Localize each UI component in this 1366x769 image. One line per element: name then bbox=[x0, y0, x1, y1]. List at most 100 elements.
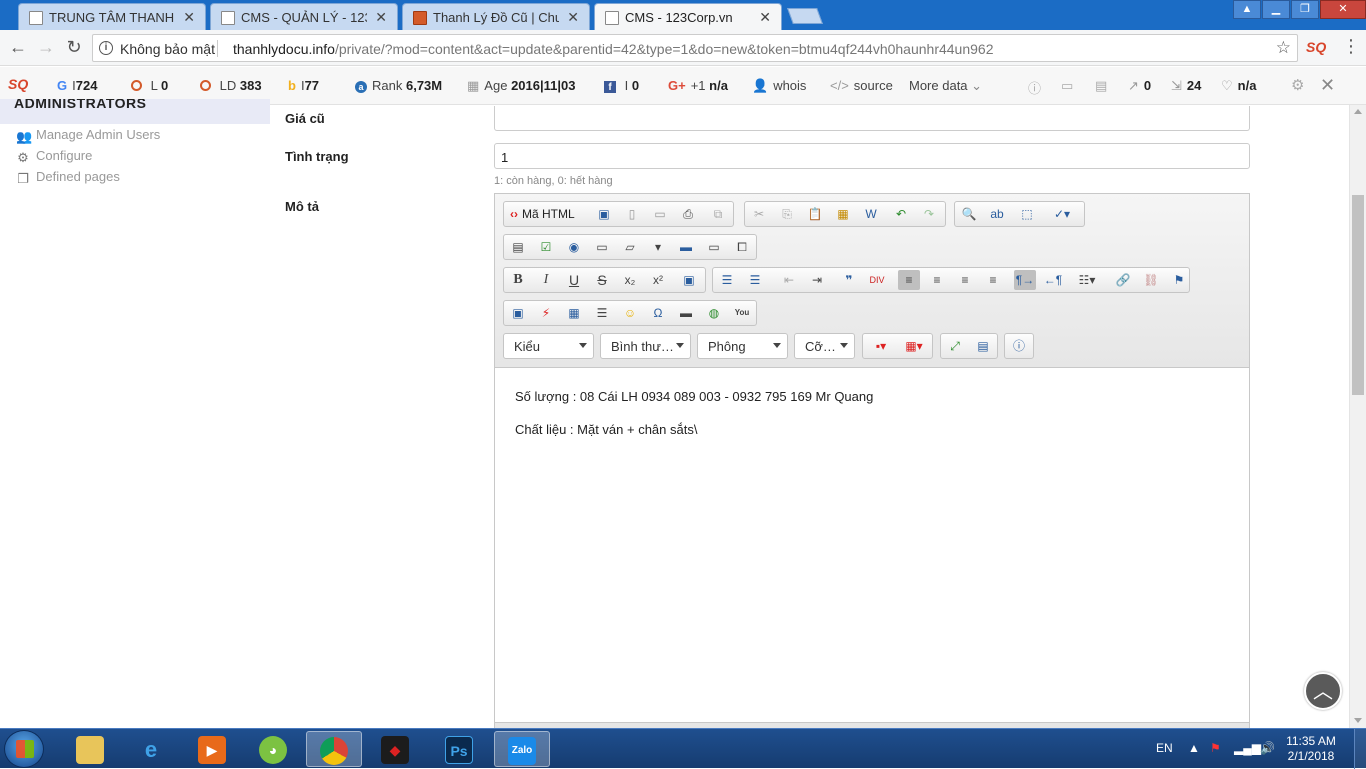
background-color-icon[interactable]: ▦▾ bbox=[899, 336, 929, 356]
start-button[interactable] bbox=[4, 730, 44, 768]
whois-link[interactable]: 👤 whois bbox=[752, 78, 806, 94]
security-status[interactable]: Không bảo mật bbox=[120, 41, 215, 57]
ltr-direction-icon[interactable]: ¶→ bbox=[1014, 270, 1036, 290]
browser-menu-icon[interactable]: ⋮ bbox=[1342, 36, 1360, 57]
content-paragraph[interactable]: Chất liệu : Mặt ván + chân sắts\ bbox=[515, 422, 1229, 437]
browser-tab-4[interactable]: CMS - 123Corp.vn ✕ bbox=[594, 3, 782, 30]
link-icon[interactable]: 🔗 bbox=[1112, 270, 1134, 290]
scroll-down-icon[interactable] bbox=[1354, 718, 1362, 723]
checkbox-icon[interactable]: ☑ bbox=[535, 237, 557, 257]
seoquake-extension-icon[interactable]: SQ bbox=[1306, 39, 1326, 55]
alexa-rank-stat[interactable]: a Rank 6,73M bbox=[355, 78, 442, 93]
size-combo[interactable]: Cỡ… bbox=[794, 333, 855, 359]
browser-tab-1[interactable]: TRUNG TÂM THANH LÝ ✕ bbox=[18, 3, 206, 30]
back-to-top-button[interactable]: ︿ bbox=[1304, 672, 1342, 710]
forward-button[interactable]: → bbox=[34, 36, 58, 60]
show-desktop-button[interactable] bbox=[1354, 729, 1366, 769]
settings-gear-icon[interactable]: ⚙ bbox=[1291, 76, 1304, 94]
gplus-stat[interactable]: G+ +1 n/a bbox=[668, 78, 728, 93]
italic-icon[interactable]: I bbox=[535, 270, 557, 290]
editor-content-area[interactable]: Số lượng : 08 Cái LH 0934 089 003 - 0932… bbox=[495, 369, 1249, 724]
remove-format-icon[interactable]: ▣ bbox=[678, 270, 700, 290]
links-ld-stat[interactable]: LD 383 bbox=[200, 78, 262, 93]
domain-age-stat[interactable]: ▦ Age 2016|11|03 bbox=[467, 78, 575, 94]
redo-icon[interactable]: ↷ bbox=[918, 204, 940, 224]
underline-icon[interactable]: U bbox=[563, 270, 585, 290]
scroll-up-icon[interactable] bbox=[1354, 109, 1362, 114]
page-scrollbar[interactable] bbox=[1349, 105, 1366, 728]
paste-word-icon[interactable]: W bbox=[860, 204, 882, 224]
sidebar-item-defined-pages[interactable]: ❐ Defined pages bbox=[16, 169, 120, 186]
address-bar[interactable]: i Không bảo mật thanhlydocu.info/private… bbox=[92, 34, 1298, 62]
horizontal-rule-icon[interactable]: ☰ bbox=[591, 303, 613, 323]
button-field-icon[interactable]: ▬ bbox=[675, 237, 697, 257]
close-seobar-icon[interactable]: ✕ bbox=[1320, 75, 1335, 96]
language-dropdown-icon[interactable]: ☷▾ bbox=[1072, 270, 1102, 290]
external-links-stat[interactable]: ↗ 0 bbox=[1128, 78, 1151, 94]
create-div-icon[interactable]: DIV bbox=[866, 270, 888, 290]
indent-icon[interactable]: ⇥ bbox=[806, 270, 828, 290]
seoquake-logo-icon[interactable]: SQ bbox=[8, 76, 28, 92]
paste-icon[interactable]: 📋 bbox=[804, 204, 826, 224]
reload-button[interactable]: ↻ bbox=[62, 36, 86, 60]
preview-icon[interactable]: ▭ bbox=[649, 204, 671, 224]
sidebar-item-manage-admin-users[interactable]: 👥 Manage Admin Users bbox=[16, 127, 160, 144]
select-all-icon[interactable]: ⬚ bbox=[1016, 204, 1038, 224]
back-button[interactable]: ← bbox=[6, 36, 30, 60]
align-justify-icon[interactable]: ≡ bbox=[982, 270, 1004, 290]
iframe-icon[interactable]: ◍ bbox=[703, 303, 725, 323]
rtl-direction-icon[interactable]: ←¶ bbox=[1042, 270, 1064, 290]
image-button-icon[interactable]: ▭ bbox=[703, 237, 725, 257]
numbered-list-icon[interactable]: ☰ bbox=[716, 270, 738, 290]
unlink-icon[interactable]: ⛓ bbox=[1140, 270, 1162, 290]
subscript-icon[interactable]: x₂ bbox=[619, 270, 641, 290]
show-hidden-icons-icon[interactable]: ▲ bbox=[1188, 741, 1200, 755]
replace-icon[interactable]: ab bbox=[986, 204, 1008, 224]
taskbar-chrome[interactable] bbox=[306, 731, 362, 767]
taskbar-ie[interactable]: e bbox=[123, 731, 179, 767]
action-center-icon[interactable]: ⚑ bbox=[1210, 741, 1221, 755]
special-char-icon[interactable]: Ω bbox=[647, 303, 669, 323]
info-circle-icon[interactable]: ⓘ bbox=[1028, 78, 1041, 97]
taskbar-coccoc[interactable]: ◕ bbox=[245, 731, 301, 767]
system-clock[interactable]: 11:35 AM 2/1/2018 bbox=[1278, 734, 1344, 764]
source-link[interactable]: </> source bbox=[830, 78, 893, 93]
find-icon[interactable]: 🔍 bbox=[958, 204, 980, 224]
links-l-stat[interactable]: L 0 bbox=[131, 78, 168, 93]
format-combo[interactable]: Bình thư… bbox=[600, 333, 691, 359]
style-combo[interactable]: Kiểu bbox=[503, 333, 594, 359]
taskbar-zalo[interactable]: Zalo bbox=[494, 731, 550, 767]
google-index-stat[interactable]: G I724 bbox=[57, 78, 97, 93]
taskbar-media-player[interactable]: ▶ bbox=[184, 731, 240, 767]
new-tab-button[interactable] bbox=[787, 8, 823, 24]
status-input[interactable]: 1 bbox=[494, 143, 1250, 169]
align-right-icon[interactable]: ≡ bbox=[954, 270, 976, 290]
undo-icon[interactable]: ↶ bbox=[890, 204, 912, 224]
minimize-button[interactable]: ▁ bbox=[1262, 0, 1290, 19]
bookmark-star-icon[interactable]: ☆ bbox=[1276, 38, 1291, 58]
cut-icon[interactable]: ✂ bbox=[748, 204, 770, 224]
facebook-stat[interactable]: f I 0 bbox=[604, 78, 639, 93]
source-html-button[interactable]: ‹› Mã HTML bbox=[506, 204, 582, 224]
align-center-icon[interactable]: ≡ bbox=[926, 270, 948, 290]
monitor-icon[interactable]: ▭ bbox=[1061, 78, 1073, 94]
smiley-icon[interactable]: ☺ bbox=[619, 303, 641, 323]
hidden-field-icon[interactable]: ⧠ bbox=[731, 237, 753, 257]
paste-text-icon[interactable]: ▦ bbox=[832, 204, 854, 224]
more-data-dropdown[interactable]: More data ⌄ bbox=[909, 78, 982, 94]
bulleted-list-icon[interactable]: ☰ bbox=[744, 270, 766, 290]
close-tab-icon[interactable]: ✕ bbox=[183, 9, 195, 26]
document-icon[interactable]: ▤ bbox=[1095, 78, 1107, 94]
radio-icon[interactable]: ◉ bbox=[563, 237, 585, 257]
bold-icon[interactable]: B bbox=[507, 270, 529, 290]
text-color-icon[interactable]: ▪▾ bbox=[866, 336, 896, 356]
maximize-button[interactable]: ❐ bbox=[1291, 0, 1319, 19]
info-icon[interactable]: i bbox=[99, 41, 113, 55]
close-tab-icon[interactable]: ✕ bbox=[759, 9, 771, 26]
language-indicator[interactable]: EN bbox=[1156, 741, 1173, 755]
show-blocks-icon[interactable]: ▤ bbox=[972, 336, 994, 356]
youtube-icon[interactable]: You bbox=[731, 303, 753, 323]
url-text[interactable]: thanhlydocu.info/private/?mod=content&ac… bbox=[233, 41, 993, 57]
new-page-icon[interactable]: ▯ bbox=[621, 204, 643, 224]
outdent-icon[interactable]: ⇤ bbox=[778, 270, 800, 290]
